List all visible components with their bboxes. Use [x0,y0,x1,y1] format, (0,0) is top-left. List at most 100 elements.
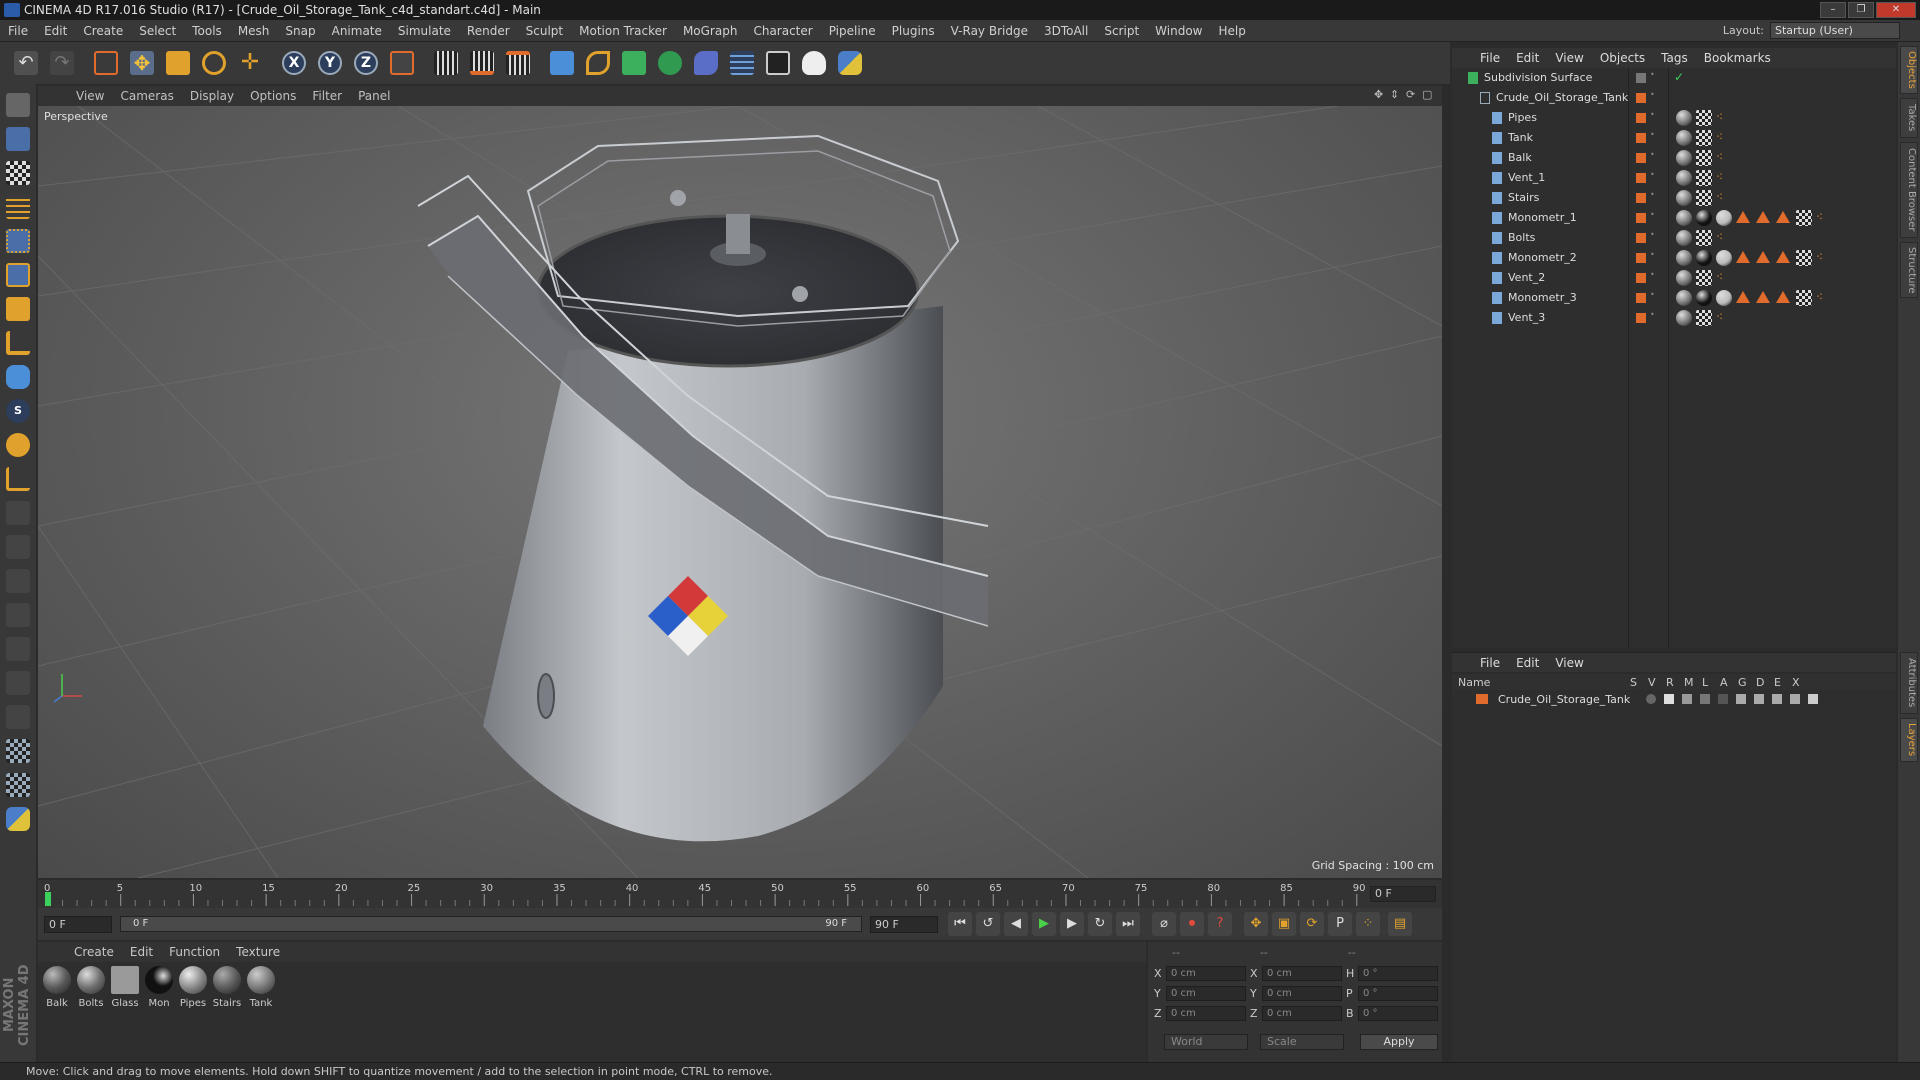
layer-generators-toggle[interactable] [1754,694,1764,704]
object-name[interactable]: Pipes [1508,111,1537,124]
menu-render[interactable]: Render [459,24,518,38]
add-icon[interactable]: ✛ [234,47,266,79]
magnet-icon[interactable] [3,430,33,460]
layer-color-icon[interactable] [1636,273,1646,283]
position-y-field[interactable]: 0 cm [1166,986,1246,1001]
material-tag-icon[interactable] [1676,270,1692,286]
layer-lock-toggle[interactable] [1718,694,1728,704]
object-row[interactable]: Bolts • ⁖ [1452,228,1896,248]
material-tag-icon[interactable] [1676,110,1692,126]
end-frame-field[interactable]: 90 F [870,916,938,933]
object-row[interactable]: Stairs • ⁖ [1452,188,1896,208]
deformer-icon[interactable] [690,47,722,79]
texture-mode-icon[interactable] [3,158,33,188]
cube-icon[interactable] [546,47,578,79]
coordinate-system-icon[interactable] [386,47,418,79]
coordinate-space-select[interactable]: World [1164,1034,1248,1050]
start-frame-field[interactable]: 0 F [44,916,112,933]
layer-color-icon[interactable] [1636,113,1646,123]
object-name[interactable]: Bolts [1508,231,1535,244]
layer-color-icon[interactable] [1636,213,1646,223]
material-tag-icon[interactable] [1676,190,1692,206]
layer-row[interactable]: Crude_Oil_Storage_Tank [1452,690,1896,708]
material-tag-icon[interactable] [1716,210,1732,226]
sculpt-pull-icon[interactable] [3,532,33,562]
object-menu-file[interactable]: File [1472,51,1508,65]
menu-motion-tracker[interactable]: Motion Tracker [571,24,675,38]
material-swatch[interactable]: Balk [42,966,72,1009]
layer-color-icon[interactable] [1636,73,1646,83]
tab-structure[interactable]: Structure [1900,242,1918,298]
keyframe-icon[interactable]: ⌀ [1152,912,1176,936]
axis-mode-icon[interactable] [3,328,33,358]
menu-vray-bridge[interactable]: V-Ray Bridge [943,24,1036,38]
material-tag-icon[interactable] [1676,150,1692,166]
menu-window[interactable]: Window [1147,24,1210,38]
phong-tag-icon[interactable]: ⁖ [1716,150,1732,166]
visibility-dots-icon[interactable]: • [1650,131,1655,144]
menu-3dtoall[interactable]: 3DToAll [1036,24,1096,38]
uvw-tag-icon[interactable] [1696,130,1712,146]
uvw-tag-icon[interactable] [1696,310,1712,326]
phong-tag-icon[interactable]: ⁖ [1716,190,1732,206]
menu-animate[interactable]: Animate [324,24,390,38]
texture-tag-icon[interactable] [1736,211,1750,223]
object-name[interactable]: Vent_3 [1508,311,1545,324]
layer-color-swatch[interactable] [1476,694,1488,704]
layer-manager-toggle[interactable] [1700,694,1710,704]
pan-icon[interactable]: ✥ [1374,89,1386,101]
go-to-end-icon[interactable]: ⏭ [1116,912,1140,936]
visibility-dots-icon[interactable]: • [1650,291,1655,304]
object-row[interactable]: Vent_1 • ⁖ [1452,168,1896,188]
menu-snap[interactable]: Snap [277,24,323,38]
texture-tag-icon[interactable] [1776,291,1790,303]
floor-icon[interactable] [726,47,758,79]
menu-file[interactable]: File [0,24,36,38]
material-swatch[interactable]: Tank [246,966,276,1009]
object-menu-view[interactable]: View [1547,51,1591,65]
material-tag-icon[interactable] [1676,250,1692,266]
z-axis-icon[interactable]: Z [350,47,382,79]
material-swatch[interactable]: Pipes [178,966,208,1009]
tab-objects[interactable]: Objects [1900,46,1918,94]
layer-solo-toggle[interactable] [1646,694,1656,704]
phong-tag-icon[interactable]: ⁖ [1716,130,1732,146]
object-row[interactable]: Vent_3 • ⁖ [1452,308,1896,328]
autokey-icon[interactable]: ? [1208,912,1232,936]
previous-frame-icon[interactable]: ◀ [1004,912,1028,936]
workplane-icon[interactable] [3,192,33,222]
uvw-tag-icon[interactable] [1696,150,1712,166]
timeline-settings-icon[interactable]: ▤ [1388,912,1412,936]
texture-tag-icon[interactable] [1756,291,1770,303]
visibility-dots-icon[interactable]: • [1650,91,1655,104]
layer-color-icon[interactable] [1636,93,1646,103]
visibility-dots-icon[interactable]: • [1650,251,1655,264]
phong-tag-icon[interactable]: ⁖ [1716,230,1732,246]
sculpt-inflate-icon[interactable] [3,634,33,664]
apply-button[interactable]: Apply [1360,1034,1438,1050]
phong-tag-icon[interactable]: ⁖ [1716,270,1732,286]
material-menu-function[interactable]: Function [161,945,228,959]
edges-mode-icon[interactable] [3,260,33,290]
object-name[interactable]: Tank [1508,131,1533,144]
menu-plugins[interactable]: Plugins [884,24,943,38]
object-name[interactable]: Stairs [1508,191,1539,204]
texture-tag-icon[interactable] [1776,211,1790,223]
minimize-button[interactable]: – [1820,2,1846,18]
rotation-h-field[interactable]: 0 ° [1358,966,1438,981]
material-tag-icon[interactable] [1676,210,1692,226]
uvw-tag-icon[interactable] [1696,230,1712,246]
menu-mograph[interactable]: MoGraph [675,24,746,38]
menu-create[interactable]: Create [75,24,131,38]
layer-menu-edit[interactable]: Edit [1508,656,1547,670]
phong-tag-icon[interactable]: ⁖ [1816,290,1832,306]
record-icon[interactable]: ⏺ [1180,912,1204,936]
object-row[interactable]: Monometr_1 • ⁖ [1452,208,1896,228]
object-menu-bookmarks[interactable]: Bookmarks [1696,51,1779,65]
object-row[interactable]: Tank • ⁖ [1452,128,1896,148]
object-row[interactable]: Pipes • ⁖ [1452,108,1896,128]
next-frame-icon[interactable]: ▶ [1060,912,1084,936]
visibility-dots-icon[interactable]: • [1650,171,1655,184]
tweak-mode-icon[interactable] [3,362,33,392]
dolly-icon[interactable]: ⇕ [1390,89,1402,101]
